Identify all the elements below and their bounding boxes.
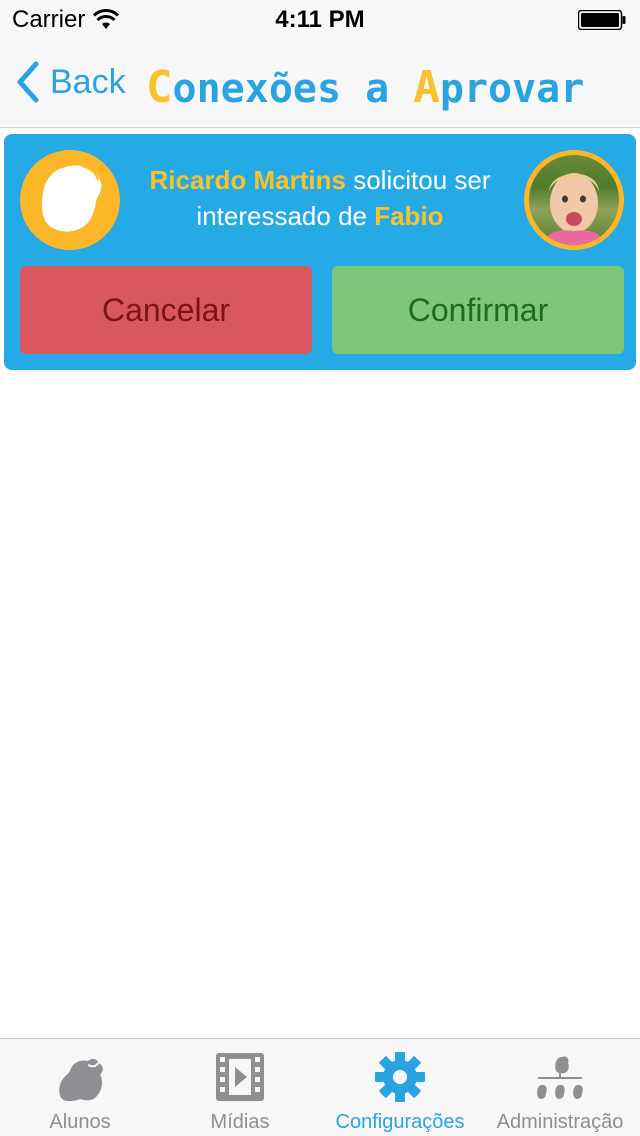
battery-icon <box>578 10 626 30</box>
tab-label-configuracoes: Configurações <box>335 1111 465 1133</box>
tab-alunos[interactable]: Alunos <box>0 1039 160 1136</box>
page-title: Conexões a Aprovar <box>146 62 584 113</box>
gear-icon <box>375 1052 425 1102</box>
status-bar: Carrier 4:11 PM <box>0 0 640 40</box>
admin-hierarchy-icon <box>537 1056 583 1099</box>
title-part-4: provar <box>439 66 585 112</box>
tab-bar: Alunos Mídias Configurações Administraçã… <box>0 1038 640 1136</box>
tab-configuracoes[interactable]: Configurações <box>320 1039 480 1136</box>
chevron-left-icon <box>17 61 39 103</box>
title-part-1: C <box>146 62 173 113</box>
navigation-bar: Back Conexões a Aprovar <box>0 40 640 128</box>
tab-midias[interactable]: Mídias <box>160 1039 320 1136</box>
student-photo <box>529 155 619 245</box>
requester-name: Ricardo Martins <box>149 165 347 195</box>
default-person-icon <box>42 165 102 232</box>
confirm-button[interactable]: Confirmar <box>332 266 624 354</box>
requester-avatar <box>20 150 120 250</box>
student-avatar <box>524 150 624 250</box>
back-button[interactable]: Back <box>14 60 126 104</box>
tab-label-midias: Mídias <box>210 1111 270 1133</box>
tab-label-alunos: Alunos <box>49 1111 111 1133</box>
connection-request-card: Ricardo Martins solicitou ser interessad… <box>4 134 636 370</box>
tab-label-administracao: Administração <box>496 1111 624 1133</box>
request-message: Ricardo Martins solicitou ser interessad… <box>130 162 510 234</box>
title-part-2: onexões a <box>172 66 414 112</box>
tab-administracao[interactable]: Administração <box>480 1039 640 1136</box>
film-icon <box>216 1053 264 1101</box>
cancel-button[interactable]: Cancelar <box>20 266 312 354</box>
student-name: Fabio <box>374 201 444 231</box>
back-label: Back <box>50 62 126 101</box>
title-part-3: A <box>413 62 440 113</box>
status-time: 4:11 PM <box>275 6 365 33</box>
students-icon <box>59 1058 103 1101</box>
